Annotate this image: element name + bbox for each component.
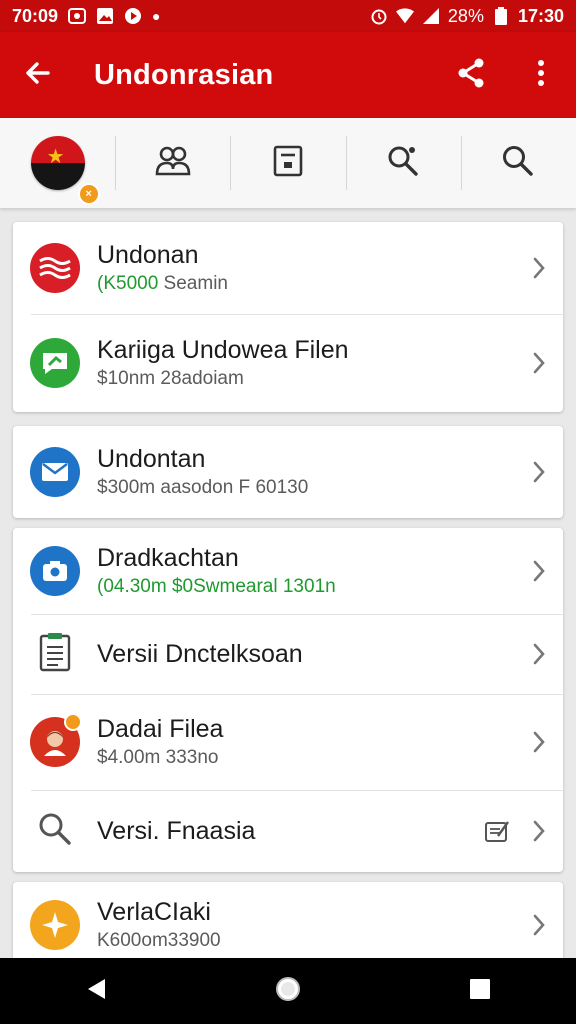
share-button[interactable]	[436, 32, 506, 118]
notification-badge-icon	[64, 713, 82, 731]
status-time-right: 17:30	[517, 5, 564, 26]
search-icon	[37, 811, 73, 852]
tab-document[interactable]	[230, 118, 345, 208]
arrow-back-icon	[24, 59, 52, 92]
item-subtitle-rest: Seamin	[158, 273, 228, 294]
list-item[interactable]: Versii Dnctelksoan	[13, 614, 563, 694]
tab-search-settings[interactable]	[345, 118, 461, 208]
page-title: Undonrasian	[94, 58, 274, 91]
star-icon	[30, 900, 80, 950]
flag-avatar: ★	[30, 136, 85, 190]
item-subtitle: $10nm 28adoiam	[97, 368, 244, 389]
camera-icon	[30, 546, 80, 596]
chevron-right-icon	[515, 460, 563, 484]
more-options-button[interactable]	[506, 32, 576, 118]
item-title: Dadai Filea	[97, 715, 224, 743]
system-nav-bar	[0, 958, 576, 1024]
app-bar: Undonrasian	[0, 32, 576, 118]
list-item[interactable]: Undonan (K5000 Seamin	[13, 222, 563, 314]
item-subtitle: (K5000 Seamin	[97, 272, 515, 296]
battery-percent: 28%	[447, 5, 484, 26]
list-item[interactable]: Dadai Filea $4.00m 333no	[13, 694, 563, 790]
person-avatar-icon	[30, 713, 82, 767]
wifi-icon	[395, 7, 414, 25]
nav-back-button[interactable]	[56, 958, 136, 1024]
item-title: Dradkachtan	[97, 544, 239, 572]
item-subtitle-value: (K5000	[97, 273, 159, 294]
item-subtitle: $4.00m 333no	[97, 747, 219, 768]
flag-wave-icon	[30, 243, 80, 293]
status-time-left: 70:09	[12, 5, 59, 26]
nav-recents-icon	[469, 978, 491, 1005]
status-bar: 70:09 ● 28% 17:30	[0, 0, 576, 32]
clipboard-icon	[38, 632, 72, 677]
chat-icon	[30, 338, 80, 388]
more-vert-icon	[537, 59, 545, 92]
list-item[interactable]: Dradkachtan (04.30m $0Swmearal 1301n	[13, 528, 563, 614]
card-group-2: Undontan $300m aasodon F 60130	[13, 426, 563, 518]
document-icon	[273, 145, 303, 182]
chevron-right-icon	[515, 559, 563, 583]
card-group-1: Undonan (K5000 Seamin Kariiga Undowea Fi…	[13, 222, 563, 412]
nav-recents-button[interactable]	[440, 958, 520, 1024]
status-app-icon	[68, 7, 87, 25]
people-icon	[155, 145, 191, 182]
chevron-right-icon	[515, 642, 563, 666]
item-title: Undontan	[97, 445, 206, 473]
battery-icon	[492, 7, 510, 25]
list-item[interactable]: Versi. Fnaasia	[13, 790, 563, 872]
search-icon	[501, 144, 535, 183]
item-subtitle: (04.30m $0Swmearal 1301n	[97, 576, 336, 597]
tab-profile[interactable]: ★ ×	[0, 118, 115, 208]
tab-search[interactable]	[460, 118, 576, 208]
chevron-right-icon	[515, 819, 563, 843]
alarm-icon	[370, 7, 388, 25]
chevron-right-icon	[515, 256, 563, 280]
chevron-right-icon	[515, 913, 563, 937]
back-button[interactable]	[0, 32, 76, 118]
badge-icon: ×	[77, 183, 100, 205]
item-title: Versii Dnctelksoan	[97, 640, 303, 668]
nav-home-button[interactable]	[248, 958, 328, 1024]
status-media-icon	[124, 7, 142, 25]
card-group-3: Dradkachtan (04.30m $0Swmearal 1301n Ver…	[13, 528, 563, 872]
item-title: VerlaCIaki	[97, 898, 211, 926]
list-item[interactable]: Undontan $300m aasodon F 60130	[13, 426, 563, 518]
edit-note-icon[interactable]	[479, 818, 515, 844]
nav-home-icon	[274, 975, 302, 1008]
mail-icon	[30, 447, 80, 497]
signal-icon	[422, 7, 440, 25]
item-title: Undonan	[97, 241, 199, 269]
status-dot-icon: ●	[152, 8, 161, 24]
item-title: Versi. Fnaasia	[97, 817, 256, 845]
list-item[interactable]: Kariiga Undowea Filen $10nm 28adoiam	[13, 314, 563, 412]
item-subtitle: K600om33900	[97, 930, 221, 951]
shortcut-bar: ★ ×	[0, 118, 576, 208]
search-settings-icon	[386, 144, 420, 183]
share-icon	[457, 58, 485, 93]
list-item[interactable]: VerlaCIaki K600om33900	[13, 882, 563, 968]
item-title: Kariiga Undowea Filen	[97, 336, 349, 364]
status-image-icon	[96, 7, 114, 25]
star-icon: ★	[46, 146, 65, 168]
nav-back-icon	[85, 977, 107, 1006]
item-subtitle: $300m aasodon F 60130	[97, 477, 309, 498]
chevron-right-icon	[515, 351, 563, 375]
chevron-right-icon	[515, 730, 563, 754]
tab-people[interactable]	[115, 118, 230, 208]
